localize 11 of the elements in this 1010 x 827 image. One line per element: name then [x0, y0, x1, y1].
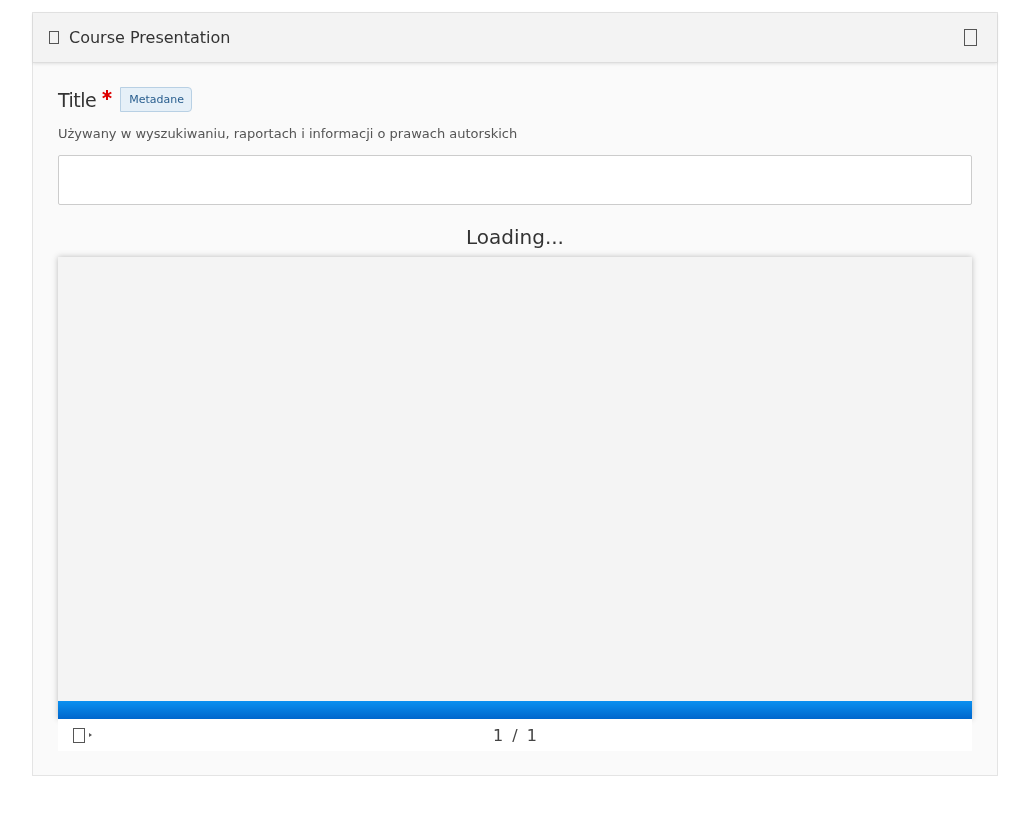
placeholder-icon [49, 31, 59, 44]
field-label: Title [58, 88, 97, 111]
caret-icon [89, 733, 92, 737]
page-counter: 1 / 1 [493, 725, 537, 745]
metadata-tag[interactable]: Metadane [120, 87, 192, 112]
title-input[interactable] [58, 155, 972, 205]
field-description: Używany w wyszukiwaniu, raportach i informacji o prawach autorskich [58, 126, 519, 141]
placeholder-icon[interactable] [73, 727, 85, 743]
placeholder-icon[interactable] [964, 29, 977, 46]
loading-text: Loading... [465, 225, 565, 249]
panel-title: Course Presentation [69, 28, 232, 47]
